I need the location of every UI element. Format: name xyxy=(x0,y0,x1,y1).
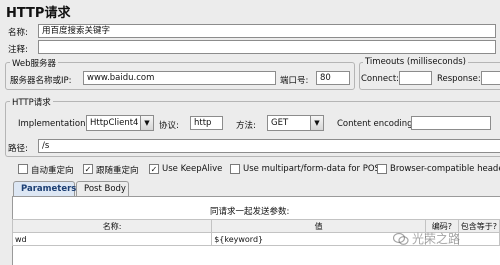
multipart-checkbox[interactable] xyxy=(230,164,240,174)
watermark: 光荣之路 xyxy=(393,230,460,247)
response-label: Response: xyxy=(437,74,481,84)
keepalive-checkbox[interactable]: ✓ xyxy=(149,164,159,174)
follow-redirect-checkbox[interactable]: ✓ xyxy=(83,164,93,174)
param-include-equals-cell[interactable] xyxy=(457,232,500,246)
web-server-legend: Web服务器 xyxy=(10,57,59,69)
comment-input[interactable] xyxy=(38,40,496,54)
path-input[interactable]: /s xyxy=(38,139,500,153)
path-label: 路径: xyxy=(8,144,28,154)
browser-headers-label: Browser-compatible headers xyxy=(390,164,500,174)
port-input[interactable]: 80 xyxy=(316,71,350,85)
column-header-include-equals[interactable]: 包含等于? xyxy=(457,219,500,233)
http-request-legend: HTTP请求 xyxy=(10,96,53,108)
implementation-value: HttpClient4 xyxy=(90,118,139,128)
response-input[interactable] xyxy=(481,71,500,85)
chevron-down-icon[interactable]: ▼ xyxy=(310,116,323,130)
method-value: GET xyxy=(271,118,289,128)
comment-label: 注释: xyxy=(8,45,28,55)
tab-post-body[interactable]: Post Body xyxy=(76,181,129,197)
encoding-label: Content encoding: xyxy=(337,119,416,129)
window-title: HTTP请求 xyxy=(6,6,71,21)
keepalive-label: Use KeepAlive xyxy=(162,164,223,174)
auto-redirect-checkbox[interactable] xyxy=(18,164,28,174)
column-header-name[interactable]: 名称: xyxy=(11,219,213,233)
timeouts-legend: Timeouts (milliseconds) xyxy=(363,57,468,67)
connect-input[interactable] xyxy=(399,71,432,85)
param-name-cell[interactable]: wd xyxy=(11,232,213,246)
implementation-label: Implementation: xyxy=(18,119,89,129)
checkmark-icon: ✓ xyxy=(150,165,158,174)
host-input[interactable]: www.baidu.com xyxy=(83,71,276,85)
chevron-down-icon[interactable]: ▼ xyxy=(140,116,153,130)
wechat-icon xyxy=(393,232,409,245)
connect-label: Connect: xyxy=(361,74,400,84)
method-select[interactable]: GET ▼ xyxy=(267,115,324,131)
browser-headers-checkbox[interactable] xyxy=(377,164,387,174)
watermark-text: 光荣之路 xyxy=(412,232,461,246)
protocol-input[interactable]: http xyxy=(190,116,223,130)
checkmark-icon: ✓ xyxy=(84,165,92,174)
protocol-label: 协议: xyxy=(159,121,179,131)
name-input[interactable]: 用百度搜索关键字 xyxy=(38,24,496,38)
name-label: 名称: xyxy=(8,28,28,38)
host-label: 服务器名称或IP: xyxy=(10,76,72,86)
params-caption: 同请求一起发送参数: xyxy=(210,207,290,217)
encoding-input[interactable] xyxy=(411,116,491,130)
method-label: 方法: xyxy=(236,121,256,131)
port-label: 端口号: xyxy=(280,76,309,86)
tab-parameters[interactable]: Parameters xyxy=(13,181,76,197)
implementation-select[interactable]: HttpClient4 ▼ xyxy=(86,115,154,131)
multipart-label: Use multipart/form-data for POST xyxy=(243,164,386,174)
follow-redirect-label: 跟随重定向 xyxy=(96,166,139,176)
auto-redirect-label: 自动重定向 xyxy=(31,166,74,176)
